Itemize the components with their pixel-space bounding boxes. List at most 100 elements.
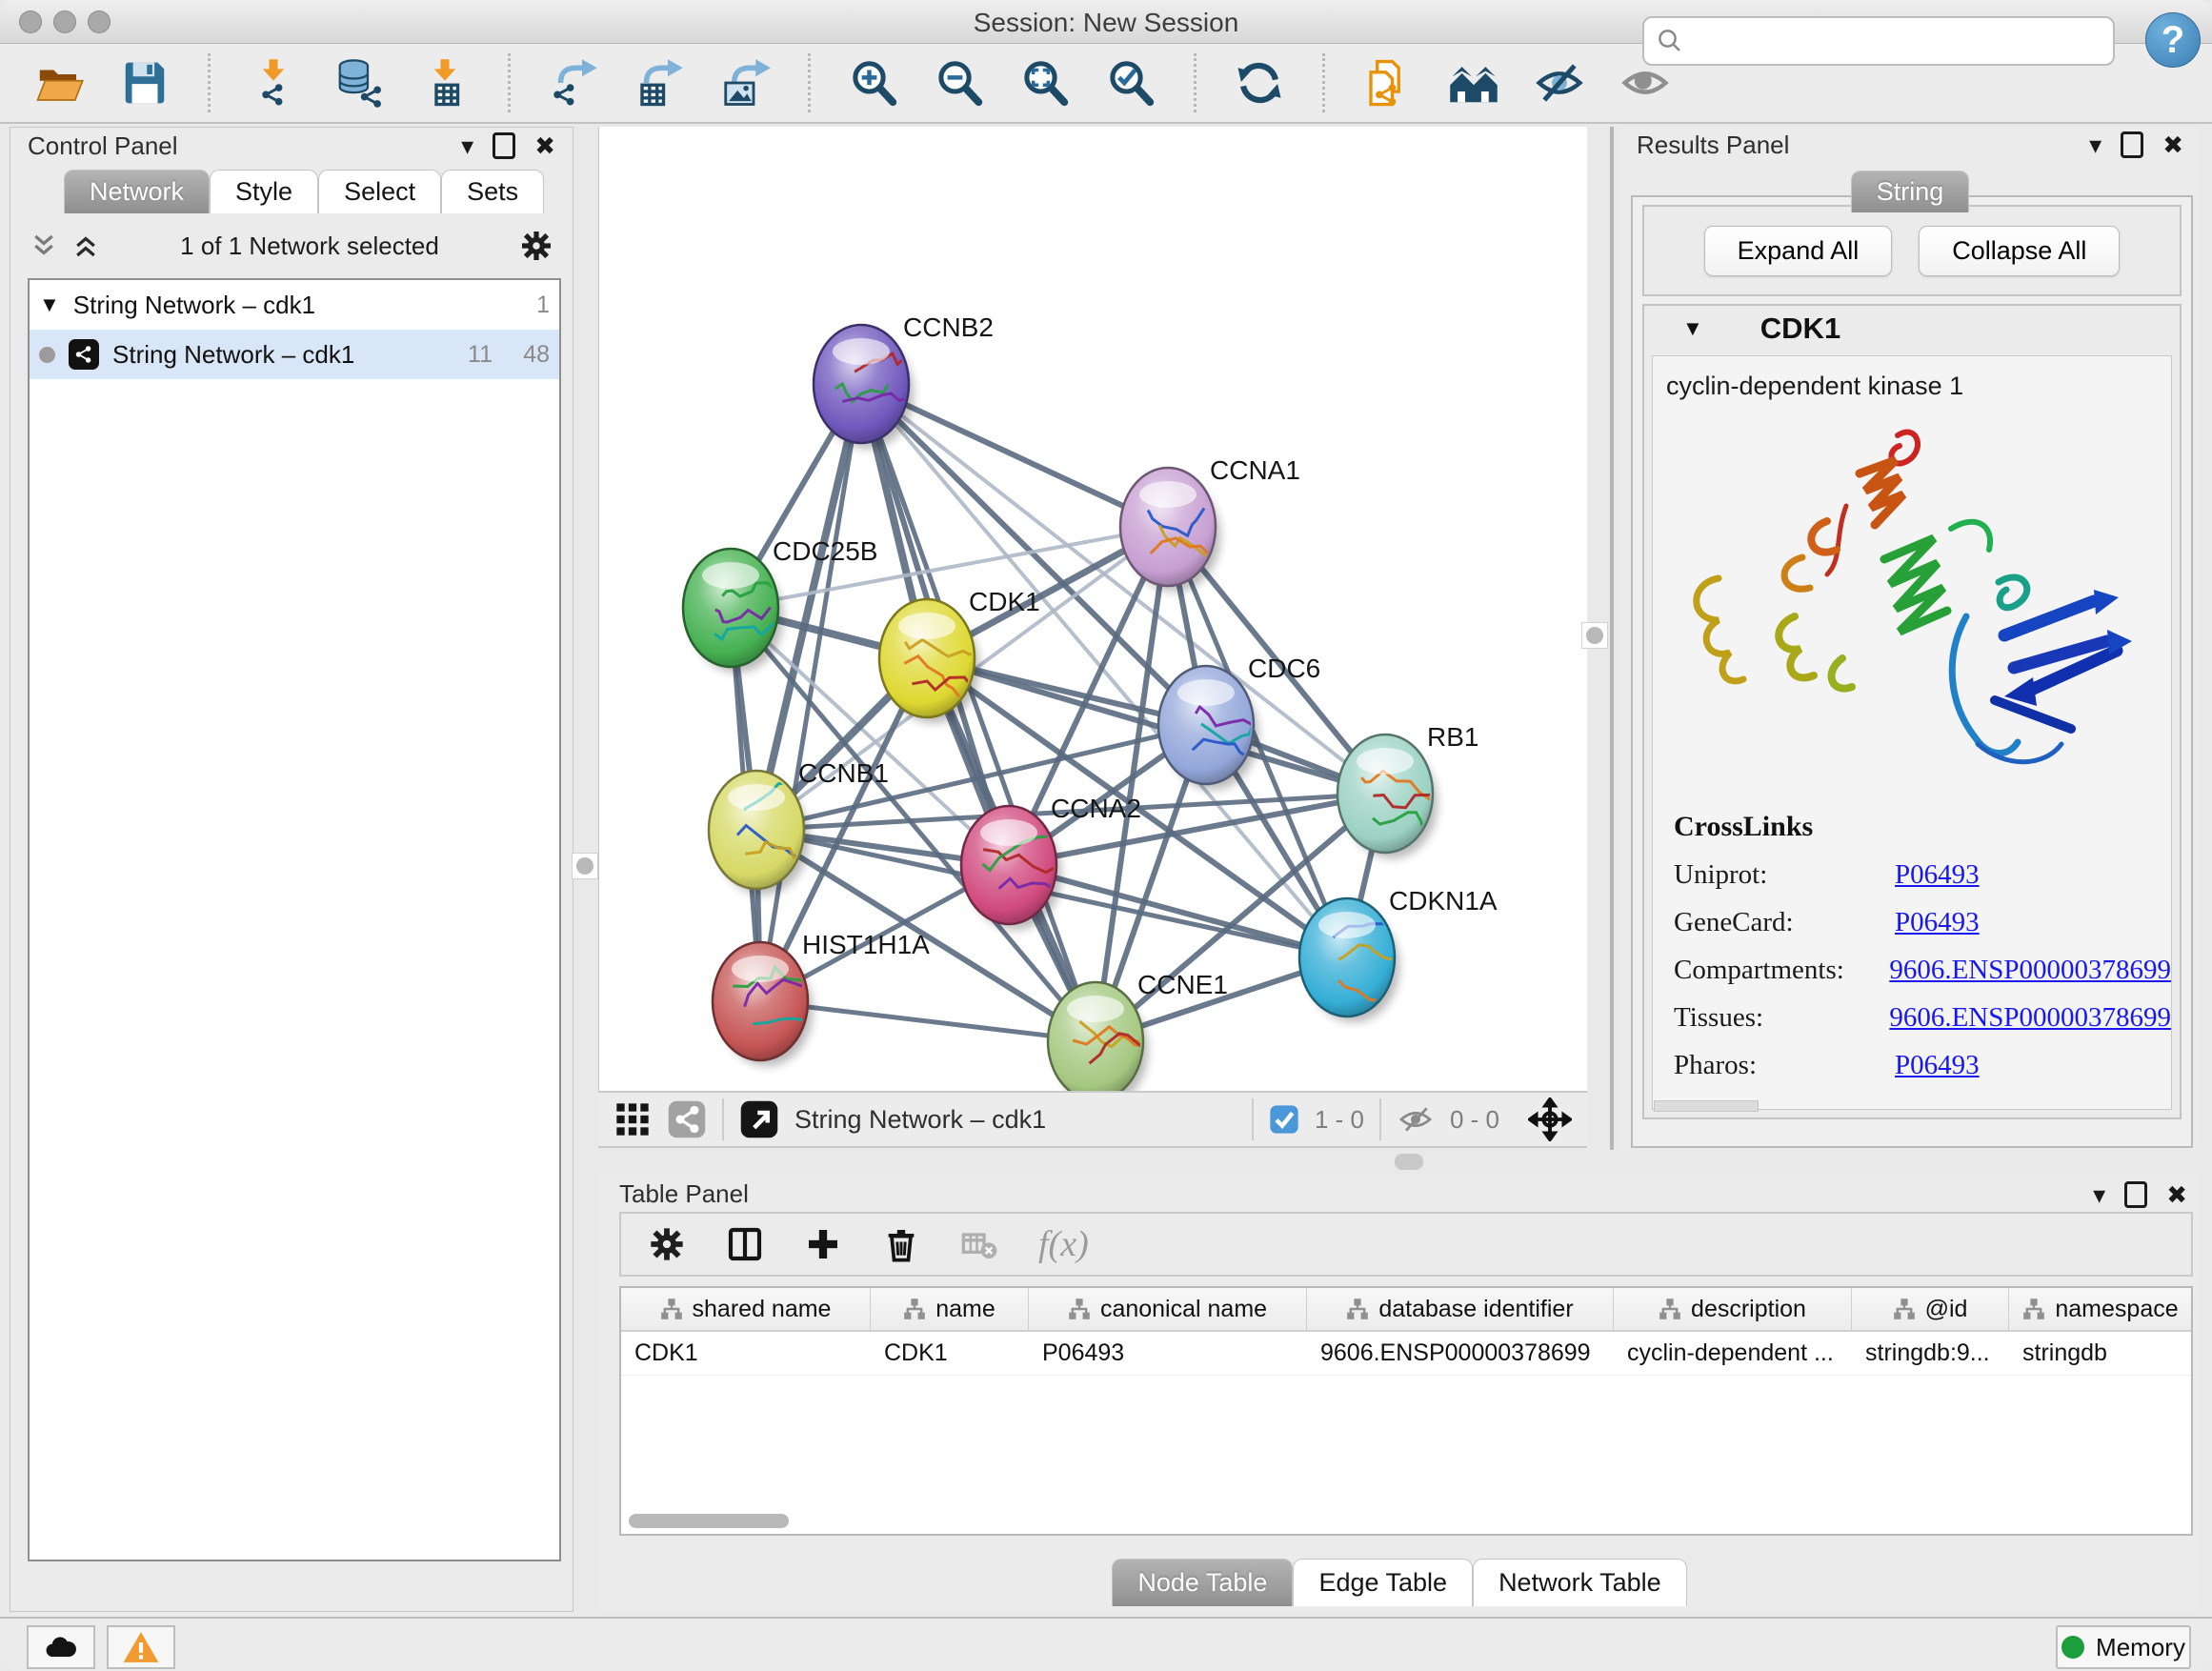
zoom-in-icon[interactable] <box>847 56 900 110</box>
warnings-button[interactable] <box>107 1625 175 1669</box>
import-table-file-icon[interactable] <box>418 56 472 110</box>
horizontal-splitter[interactable] <box>598 1150 2201 1174</box>
right-splitter[interactable] <box>1587 127 1619 1150</box>
show-columns-icon[interactable] <box>726 1225 764 1263</box>
cell--id[interactable]: stringdb:9... <box>1852 1332 2009 1375</box>
tab-sets[interactable]: Sets <box>441 170 544 213</box>
crosslink-link[interactable]: P06493 <box>1895 1050 1980 1081</box>
cell-shared-name[interactable]: CDK1 <box>621 1332 871 1375</box>
table-panel-menu-icon[interactable]: ▾ <box>2093 1182 2105 1207</box>
results-scrollbar-stub[interactable] <box>1654 1100 1759 1112</box>
column-header-database-identifier[interactable]: database identifier <box>1307 1288 1614 1330</box>
cell-database-identifier[interactable]: 9606.ENSP00000378699 <box>1307 1332 1614 1375</box>
refresh-view-icon[interactable] <box>1233 56 1286 110</box>
control-panel-float-icon[interactable] <box>493 132 515 159</box>
results-panel-float-icon[interactable] <box>2121 131 2143 158</box>
column-header-canonical-name[interactable]: canonical name <box>1029 1288 1307 1330</box>
tab-network[interactable]: Network <box>64 170 210 213</box>
collapse-all-button[interactable]: Collapse All <box>1919 226 2120 276</box>
results-panel-close-icon[interactable]: ✖ <box>2162 132 2183 157</box>
crosslink-link[interactable]: P06493 <box>1895 859 1980 891</box>
export-table-icon[interactable] <box>633 56 686 110</box>
import-network-database-icon[interactable] <box>332 56 386 110</box>
search-input[interactable] <box>1694 27 2103 56</box>
crosslink-link[interactable]: 9606.ENSP00000378699 <box>1889 955 2171 986</box>
zoom-out-icon[interactable] <box>933 56 986 110</box>
expand-all-button[interactable]: Expand All <box>1704 226 1893 276</box>
birdseye-navigator-icon[interactable] <box>1528 1097 1572 1141</box>
table-options-gear-icon[interactable] <box>648 1225 686 1263</box>
zoom-fit-icon[interactable] <box>1018 56 1072 110</box>
network-canvas[interactable]: CCNB2CCNA1CDC25BCDK1CDC6RB1CCNB1CCNA2CDK… <box>598 127 1587 1091</box>
crosslink-link[interactable]: 9606.ENSP00000378699 <box>1889 1002 2171 1034</box>
node-HIST1H1A[interactable]: HIST1H1A <box>713 930 930 1066</box>
add-column-icon[interactable] <box>804 1225 842 1263</box>
node-CCNE1[interactable]: CCNE1 <box>1048 970 1228 1091</box>
cell-canonical-name[interactable]: P06493 <box>1029 1332 1307 1375</box>
table-panel-close-icon[interactable]: ✖ <box>2166 1182 2187 1207</box>
protein-structure-image <box>1659 414 2164 795</box>
selected-checkbox-icon[interactable] <box>1269 1104 1299 1135</box>
help-button[interactable]: ? <box>2145 12 2201 68</box>
column-header-namespace[interactable]: namespace <box>2009 1288 2193 1330</box>
network-view-icon[interactable] <box>667 1099 707 1139</box>
detach-view-icon[interactable] <box>739 1099 779 1139</box>
left-splitter-knob[interactable] <box>572 853 598 879</box>
cell-namespace[interactable]: stringdb <box>2009 1332 2193 1375</box>
export-network-icon[interactable] <box>547 56 600 110</box>
tab-style[interactable]: Style <box>210 170 318 213</box>
crosslink-label: GeneCard: <box>1674 907 1895 938</box>
network-row[interactable]: String Network – cdk1 11 48 <box>30 330 559 379</box>
tab-network-table[interactable]: Network Table <box>1473 1559 1687 1606</box>
tab-node-table[interactable]: Node Table <box>1112 1559 1293 1606</box>
right-splitter-knob[interactable] <box>1581 622 1608 649</box>
table-horizontal-scrollbar[interactable] <box>629 1514 789 1528</box>
table-row[interactable]: CDK1CDK1P064939606.ENSP00000378699cyclin… <box>621 1332 2191 1376</box>
column-header-name[interactable]: name <box>871 1288 1029 1330</box>
node-CCNB1[interactable]: CCNB1 <box>709 758 889 895</box>
collapse-all-icon[interactable] <box>30 232 58 260</box>
node-label-CCNA2: CCNA2 <box>1051 794 1141 823</box>
column-header-description[interactable]: description <box>1614 1288 1852 1330</box>
cell-name[interactable]: CDK1 <box>871 1332 1029 1375</box>
control-panel-close-icon[interactable]: ✖ <box>534 133 555 158</box>
memory-button[interactable]: Memory <box>2056 1625 2191 1669</box>
new-network-from-selection-icon[interactable] <box>1361 56 1415 110</box>
tab-string[interactable]: String <box>1851 171 1970 212</box>
import-network-file-icon[interactable] <box>247 56 300 110</box>
node-CCNA1[interactable]: CCNA1 <box>1120 455 1300 592</box>
node-CDKN1A[interactable]: CDKN1A <box>1299 886 1498 1022</box>
cloud-button[interactable] <box>27 1625 95 1669</box>
gear-icon[interactable] <box>519 229 553 263</box>
section-collapse-icon[interactable]: ▼ <box>1682 316 1703 341</box>
node-RB1[interactable]: RB1 <box>1337 722 1478 858</box>
edge-CCNB2-HIST1H1A[interactable] <box>760 384 861 1001</box>
column-header--id[interactable]: @id <box>1852 1288 2009 1330</box>
cell-description[interactable]: cyclin-dependent ... <box>1614 1332 1852 1375</box>
table-panel-float-icon[interactable] <box>2124 1181 2147 1208</box>
first-neighbors-icon[interactable] <box>1447 56 1500 110</box>
export-image-icon[interactable] <box>718 56 772 110</box>
node-CDK1[interactable]: CDK1 <box>879 587 1040 723</box>
memory-label: Memory <box>2096 1633 2185 1662</box>
zoom-selected-icon[interactable] <box>1104 56 1157 110</box>
hide-selection-icon[interactable] <box>1533 56 1586 110</box>
results-panel-menu-icon[interactable]: ▾ <box>2089 132 2101 157</box>
save-session-icon[interactable] <box>118 56 171 110</box>
grid-view-icon[interactable] <box>613 1100 652 1138</box>
left-splitter[interactable] <box>573 127 598 1612</box>
tree-expand-icon[interactable]: ▼ <box>39 292 60 317</box>
horizontal-splitter-knob[interactable] <box>1395 1154 1423 1170</box>
delete-column-icon[interactable] <box>882 1225 920 1263</box>
tab-select[interactable]: Select <box>318 170 441 213</box>
open-session-icon[interactable] <box>32 56 86 110</box>
network-collection-row[interactable]: ▼ String Network – cdk1 1 <box>30 280 559 330</box>
control-panel: Control Panel ▾ ✖ NetworkStyleSelectSets… <box>10 127 573 1612</box>
column-header-shared-name[interactable]: shared name <box>621 1288 871 1330</box>
control-panel-menu-icon[interactable]: ▾ <box>461 133 473 158</box>
hidden-eye-icon[interactable] <box>1397 1100 1435 1138</box>
expand-all-icon[interactable] <box>71 232 100 260</box>
crosslink-link[interactable]: P06493 <box>1895 907 1980 938</box>
edge-CCNB2-RB1[interactable] <box>861 384 1385 794</box>
tab-edge-table[interactable]: Edge Table <box>1293 1559 1473 1606</box>
